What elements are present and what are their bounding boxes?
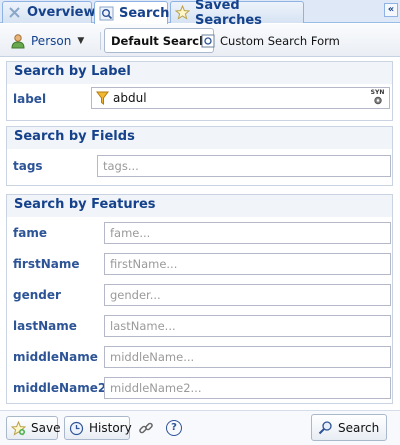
tab-overview[interactable]: Overview [2,1,96,23]
star-icon [174,4,191,20]
tab-search-label: Search [119,5,170,21]
search-button[interactable]: Search [311,414,387,441]
syn-label: SYN [370,89,385,96]
save-star-icon [10,420,27,436]
link-icon[interactable] [138,420,154,436]
firstname-label: firstName [13,257,80,271]
custom-search-form-label: Custom Search Form [220,33,340,48]
tags-label: tags [13,159,43,173]
search-icon [99,6,114,21]
search-by-features-title: Search by Features [7,195,392,217]
entity-type-dropdown[interactable]: Person ▼ [10,33,84,49]
label-field-label: label [13,92,47,106]
middlename-label: middleName [13,350,98,364]
help-icon[interactable]: ? [166,420,182,436]
form-icon [201,34,215,48]
overview-icon [7,5,22,20]
label-input[interactable]: abdul SYN [91,87,390,109]
tab-search[interactable]: Search [94,1,170,24]
search-toolbar: Person ▼ Default Search Custom Search Fo… [0,24,400,57]
gear-icon [373,96,382,105]
tags-input[interactable]: tags... [97,155,391,177]
gender-label: gender [13,288,61,302]
clock-icon [69,421,84,436]
custom-search-form-button[interactable]: Custom Search Form [195,28,346,53]
toolbar-divider [100,32,101,50]
fame-label: fame [13,226,47,240]
tab-saved-searches[interactable]: Saved Searches [170,0,304,28]
search-label: Search [338,420,380,435]
default-search-label: Default Search [111,33,208,48]
collapse-button[interactable]: « [384,3,398,17]
person-icon [10,33,26,49]
magnifier-icon [318,420,333,435]
tab-overview-label: Overview [27,5,96,20]
middlename2-input[interactable]: middleName2... [104,377,391,399]
middlename2-label: middleName2 [13,381,107,395]
save-button[interactable]: Save [6,416,61,440]
tab-bar: Overview Search Saved Searches « [0,0,400,28]
footer-toolbar: Save History ? Search [0,410,400,445]
label-input-value: abdul [113,91,147,105]
middlename-input[interactable]: middleName... [104,346,391,368]
save-label: Save [31,421,61,435]
entity-type-label: Person [31,34,72,48]
lastname-input[interactable]: lastName... [104,315,391,337]
history-button[interactable]: History [64,416,132,440]
chevron-down-icon: ▼ [77,36,85,46]
synonym-toggle[interactable]: SYN [368,89,387,107]
lastname-label: lastName [13,319,77,333]
search-by-label-title: Search by Label [7,62,392,84]
search-by-fields-title: Search by Fields [7,127,392,149]
gender-input[interactable]: gender... [104,284,391,306]
firstname-input[interactable]: firstName... [104,253,391,275]
fame-input[interactable]: fame... [104,222,391,244]
history-label: History [89,421,132,435]
filter-icon [96,91,109,105]
